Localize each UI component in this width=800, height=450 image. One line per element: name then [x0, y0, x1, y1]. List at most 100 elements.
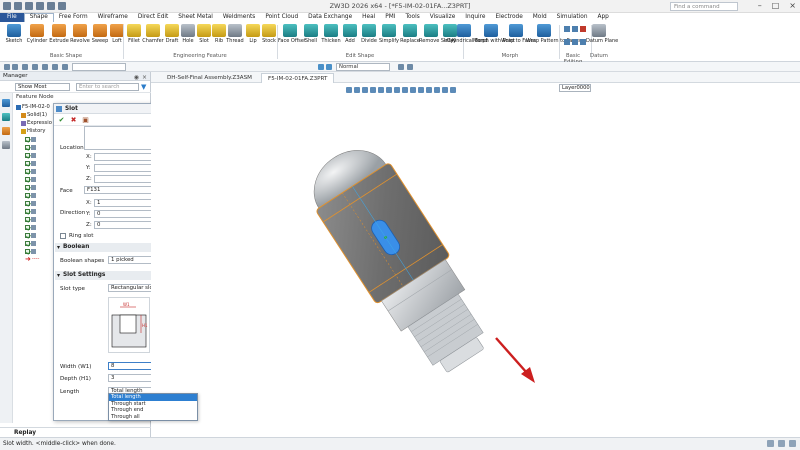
color-icon[interactable] — [52, 64, 58, 70]
tree-node[interactable] — [16, 199, 54, 207]
checkbox-icon[interactable] — [25, 208, 30, 214]
shaded-icon[interactable] — [318, 64, 324, 70]
ok-button[interactable]: ✔ — [57, 116, 66, 124]
tab-visualize[interactable]: Visualize — [425, 13, 461, 22]
pick-filter-select[interactable] — [72, 63, 126, 71]
doc-tab-part[interactable]: F5-IM-02-01FA.Z3PRT — [261, 73, 335, 83]
tree-node[interactable] — [16, 175, 54, 183]
mirror-icon[interactable] — [564, 39, 570, 45]
move-icon[interactable] — [564, 26, 570, 32]
ring-slot-checkbox[interactable] — [60, 233, 66, 239]
cancel-button[interactable]: ✖ — [69, 116, 78, 124]
checkbox-icon[interactable] — [25, 192, 30, 198]
tree-node-solid[interactable]: Solid(1) — [16, 111, 54, 119]
tab-free-form[interactable]: Free Form — [54, 13, 93, 22]
tree-node[interactable] — [16, 183, 54, 191]
checkbox-icon[interactable] — [25, 224, 30, 230]
pattern-icon[interactable] — [572, 39, 578, 45]
tree-node[interactable] — [16, 167, 54, 175]
tree-node[interactable] — [16, 159, 54, 167]
cylinder-button[interactable]: Cylinder — [25, 24, 49, 44]
view-manager-icon[interactable] — [2, 141, 10, 149]
checkbox-icon[interactable] — [25, 240, 30, 246]
tab-inquire[interactable]: Inquire — [460, 13, 490, 22]
minimize-icon[interactable]: – — [758, 1, 762, 10]
pick-icon[interactable] — [12, 64, 18, 70]
tab-weldments[interactable]: Weldments — [218, 13, 260, 22]
tab-direct-edit[interactable]: Direct Edit — [133, 13, 173, 22]
snap-status-icon[interactable] — [789, 440, 796, 447]
apply-button[interactable]: ▣ — [81, 116, 90, 124]
replay-section[interactable]: Replay — [0, 427, 151, 437]
checkbox-icon[interactable] — [25, 168, 30, 174]
assembly-manager-icon[interactable] — [2, 113, 10, 121]
tree-node[interactable] — [16, 215, 54, 223]
checkbox-icon[interactable] — [25, 176, 30, 182]
tab-wireframe[interactable]: Wireframe — [93, 13, 133, 22]
datum-plane-button[interactable]: Datum Plane — [586, 24, 618, 44]
checkbox-icon[interactable] — [25, 160, 30, 166]
checkbox-icon[interactable] — [25, 232, 30, 238]
view-icon[interactable] — [398, 64, 404, 70]
sketch-icon — [7, 24, 21, 37]
undo-small-icon[interactable] — [62, 64, 68, 70]
tab-app[interactable]: App — [593, 13, 614, 22]
tree-node[interactable] — [16, 135, 54, 143]
tab-sheet-metal[interactable]: Sheet Metal — [173, 13, 218, 22]
length-option-through-all[interactable]: Through all — [109, 414, 197, 421]
checkbox-icon[interactable] — [25, 216, 30, 222]
checkbox-icon[interactable] — [25, 184, 30, 190]
close-icon[interactable]: × — [789, 1, 796, 10]
render-mode-select[interactable]: Normal — [336, 63, 390, 71]
tab-pmi[interactable]: PMI — [380, 13, 400, 22]
find-command-input[interactable]: Find a command — [670, 2, 738, 11]
show-filter-select[interactable]: Show Most — [15, 83, 70, 91]
units-icon[interactable] — [767, 440, 774, 447]
tree-node-root[interactable]: F5-IM-02-0 — [16, 103, 54, 111]
snap-icon[interactable] — [22, 64, 28, 70]
tree-node[interactable] — [16, 231, 54, 239]
checkbox-icon[interactable] — [25, 200, 30, 206]
tab-simulation[interactable]: Simulation — [552, 13, 593, 22]
grid-status-icon[interactable] — [778, 440, 785, 447]
grid-icon[interactable] — [32, 64, 38, 70]
tree-node-expressions[interactable]: Expressio — [16, 119, 54, 127]
filter-icon[interactable] — [4, 64, 10, 70]
tab-electrode[interactable]: Electrode — [490, 13, 527, 22]
tree-node[interactable] — [16, 247, 54, 255]
wrap-pattern-button[interactable]: Wrap Pattern to Faces — [526, 24, 581, 44]
history-manager-icon[interactable] — [2, 99, 10, 107]
face-label: Face — [60, 188, 73, 194]
tree-node[interactable] — [16, 239, 54, 247]
layer-icon[interactable] — [42, 64, 48, 70]
checkbox-icon[interactable] — [25, 136, 30, 142]
tab-heal[interactable]: Heal — [357, 13, 380, 22]
copy-icon[interactable] — [572, 26, 578, 32]
checkbox-icon[interactable] — [25, 248, 30, 254]
tree-node[interactable] — [16, 143, 54, 151]
checkbox-icon[interactable] — [25, 152, 30, 158]
tab-point-cloud[interactable]: Point Cloud — [260, 13, 303, 22]
tree-node[interactable] — [16, 223, 54, 231]
wireframe-icon[interactable] — [326, 64, 332, 70]
tab-file[interactable]: File — [0, 13, 24, 22]
tree-node[interactable] — [16, 191, 54, 199]
tab-tools[interactable]: Tools — [400, 13, 424, 22]
part-manager-icon[interactable] — [2, 127, 10, 135]
checkbox-icon[interactable] — [25, 144, 30, 150]
sketch-button[interactable]: Sketch — [2, 24, 26, 44]
tree-node[interactable] — [16, 207, 54, 215]
maximize-icon[interactable]: □ — [772, 1, 780, 10]
roll-marker[interactable]: ➜ ---- — [16, 255, 54, 263]
tab-mold[interactable]: Mold — [528, 13, 552, 22]
doc-tab-assembly[interactable]: DH-Self-Final Assembly.Z3ASM — [161, 73, 258, 83]
section-icon[interactable] — [407, 64, 413, 70]
tab-shape[interactable]: Shape — [23, 13, 54, 22]
3d-viewport[interactable]: Layer0000 — [151, 83, 800, 437]
3d-model-view — [313, 150, 535, 383]
tree-node[interactable] — [16, 151, 54, 159]
manager-search-input[interactable]: Enter to search — [76, 83, 139, 91]
funnel-icon[interactable]: ▼ — [141, 83, 148, 91]
tab-data-exchange[interactable]: Data Exchange — [303, 13, 357, 22]
tree-node-history[interactable]: History — [16, 127, 54, 135]
